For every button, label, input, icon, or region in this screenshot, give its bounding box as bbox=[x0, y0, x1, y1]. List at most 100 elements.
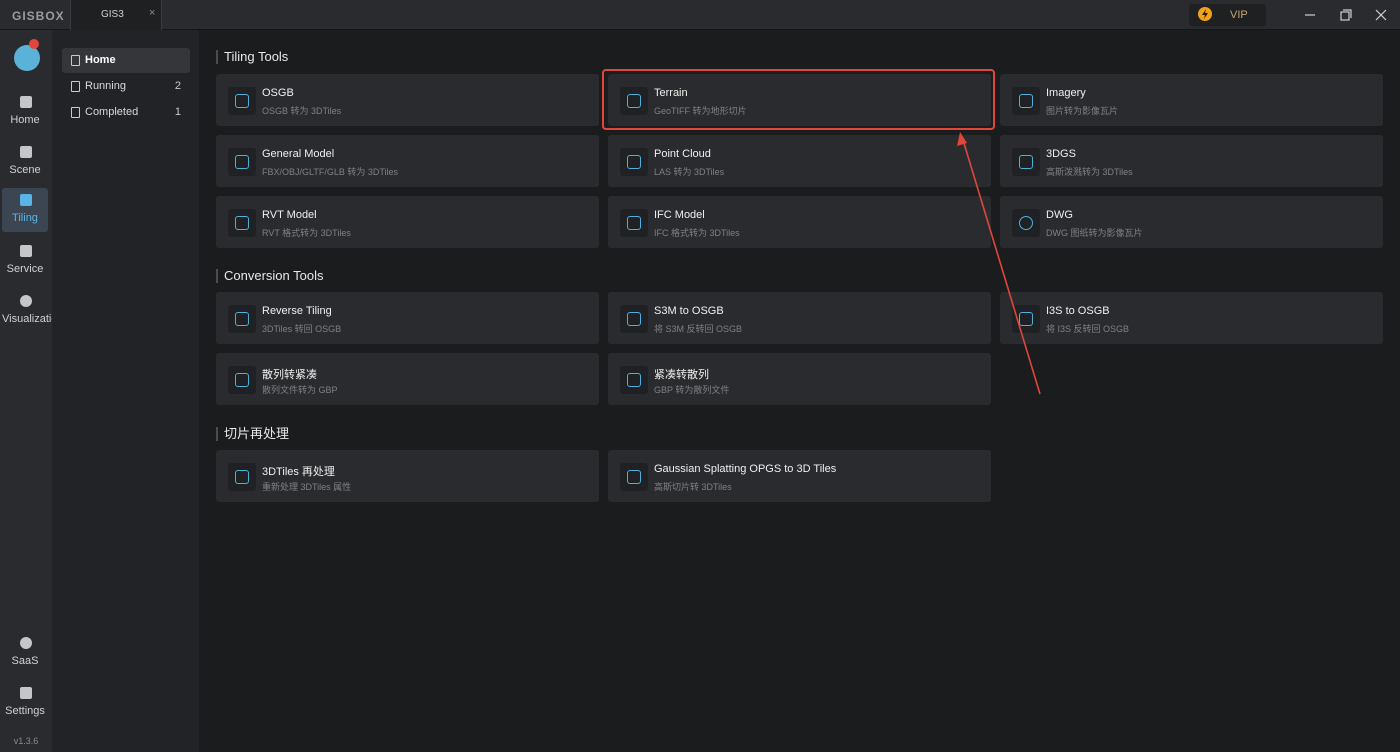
subnav-label: Completed bbox=[85, 106, 139, 118]
home-icon bbox=[20, 96, 32, 108]
section-title-conversion-tools: Conversion Tools bbox=[216, 269, 323, 283]
sidebar-item-label: Service bbox=[6, 263, 44, 275]
compact-icon bbox=[620, 366, 648, 394]
cube-glyph bbox=[627, 216, 641, 230]
tool-card-compact-to-hash[interactable]: 紧凑转散列 GBP 转为散列文件 bbox=[608, 353, 991, 405]
tool-card-gaussian-splatting[interactable]: Gaussian Splatting OPGS to 3D Tiles 高斯切片… bbox=[608, 450, 991, 502]
tool-card-point-cloud[interactable]: Point Cloud LAS 转为 3DTiles bbox=[608, 135, 991, 187]
tool-card-subtitle: DWG 图纸转为影像瓦片 bbox=[1046, 228, 1143, 238]
tool-card-subtitle: FBX/OBJ/GLTF/GLB 转为 3DTiles bbox=[262, 167, 399, 177]
tool-card-subtitle: GBP 转为散列文件 bbox=[654, 385, 730, 395]
document-icon bbox=[71, 81, 80, 92]
tool-card-s3m-to-osgb[interactable]: S3M to OSGB 将 S3M 反转回 OSGB bbox=[608, 292, 991, 344]
subnav-item-running[interactable]: Running 2 bbox=[62, 74, 190, 99]
gaussian-glyph bbox=[627, 470, 641, 484]
sidebar-item-visualization[interactable]: Visualization bbox=[2, 289, 64, 333]
version-label: v1.3.6 bbox=[13, 736, 39, 746]
drone-glyph bbox=[235, 94, 249, 108]
tool-card-title: 紧凑转散列 bbox=[654, 369, 709, 381]
tab-close-icon[interactable]: × bbox=[149, 7, 155, 19]
sidebar-item-label: Visualization bbox=[2, 313, 64, 325]
tool-card-general-model[interactable]: General Model FBX/OBJ/GLTF/GLB 转为 3DTile… bbox=[216, 135, 599, 187]
sidebar-item-home[interactable]: Home bbox=[2, 90, 48, 134]
sidebar-item-service[interactable]: Service bbox=[2, 239, 48, 283]
notification-badge bbox=[29, 39, 39, 49]
cube-icon bbox=[228, 463, 256, 491]
disc-glyph bbox=[1019, 216, 1033, 230]
gaussian-icon bbox=[1012, 148, 1040, 176]
drone-glyph bbox=[1019, 312, 1033, 326]
cube-glyph bbox=[235, 216, 249, 230]
title-bar: GISBOX GIS3 × VIP bbox=[0, 0, 1400, 30]
tool-card-rvt-model[interactable]: RVT Model RVT 格式转为 3DTiles bbox=[216, 196, 599, 248]
sidebar-item-scene[interactable]: Scene bbox=[2, 140, 48, 184]
restore-icon[interactable] bbox=[1338, 7, 1354, 23]
sidebar-item-saas[interactable]: SaaS bbox=[2, 631, 48, 675]
tool-card-title: Point Cloud bbox=[654, 148, 711, 160]
tool-card-subtitle: 高斯切片转 3DTiles bbox=[654, 482, 732, 492]
tool-card-title: 散列转紧凑 bbox=[262, 369, 317, 381]
cube-icon bbox=[228, 209, 256, 237]
visualization-icon bbox=[20, 295, 32, 307]
tool-card-title: 3DGS bbox=[1046, 148, 1076, 160]
section-title-tiling-tools: Tiling Tools bbox=[216, 50, 288, 64]
terrain-highlight-box bbox=[602, 69, 995, 130]
tool-card-title: Gaussian Splatting OPGS to 3D Tiles bbox=[654, 463, 837, 475]
minimize-icon[interactable] bbox=[1302, 7, 1318, 23]
drone-icon bbox=[620, 305, 648, 333]
close-icon[interactable] bbox=[1373, 7, 1389, 23]
subnav-label: Home bbox=[85, 54, 116, 66]
tool-card-title: 3DTiles 再处理 bbox=[262, 466, 335, 478]
subnav-item-completed[interactable]: Completed 1 bbox=[62, 100, 190, 125]
disc-icon bbox=[1012, 209, 1040, 237]
drone-icon bbox=[228, 87, 256, 115]
secondary-sidebar: Home Running 2 Completed 1 bbox=[52, 30, 200, 752]
tool-card-imagery[interactable]: Imagery 图片转为影像瓦片 bbox=[1000, 74, 1383, 126]
tool-card-title: I3S to OSGB bbox=[1046, 305, 1110, 317]
tool-card-title: IFC Model bbox=[654, 209, 705, 221]
tool-card-subtitle: OSGB 转为 3DTiles bbox=[262, 106, 342, 116]
cube-glyph bbox=[235, 155, 249, 169]
tool-card-subtitle: LAS 转为 3DTiles bbox=[654, 167, 725, 177]
tool-card-title: OSGB bbox=[262, 87, 294, 99]
sidebar-item-settings[interactable]: Settings bbox=[2, 681, 48, 725]
tool-card-subtitle: 重新处理 3DTiles 属性 bbox=[262, 482, 352, 492]
compact-glyph bbox=[627, 373, 641, 387]
tool-card-reverse-tiling[interactable]: Reverse Tiling 3DTiles 转回 OSGB bbox=[216, 292, 599, 344]
tool-card-subtitle: 散列文件转为 GBP bbox=[262, 385, 338, 395]
tool-card-hash-to-compact[interactable]: 散列转紧凑 散列文件转为 GBP bbox=[216, 353, 599, 405]
gaussian-glyph bbox=[1019, 155, 1033, 169]
tool-card-osgb[interactable]: OSGB OSGB 转为 3DTiles bbox=[216, 74, 599, 126]
tool-card-subtitle: 图片转为影像瓦片 bbox=[1046, 106, 1119, 116]
cube-icon bbox=[20, 146, 32, 158]
tool-card-title: DWG bbox=[1046, 209, 1073, 221]
tool-card-dwg[interactable]: DWG DWG 图纸转为影像瓦片 bbox=[1000, 196, 1383, 248]
sidebar-item-label: SaaS bbox=[11, 655, 39, 667]
sidebar-item-tiling[interactable]: Tiling bbox=[2, 188, 48, 232]
primary-sidebar: Home Scene Tiling Service Visualization … bbox=[0, 30, 64, 752]
subnav-item-home[interactable]: Home bbox=[62, 48, 190, 73]
tab-label: GIS3 bbox=[101, 9, 124, 20]
tool-card-subtitle: RVT 格式转为 3DTiles bbox=[262, 228, 351, 238]
tool-card-3dgs[interactable]: 3DGS 高斯泼溅转为 3DTiles bbox=[1000, 135, 1383, 187]
compact-icon bbox=[228, 366, 256, 394]
tool-card-title: RVT Model bbox=[262, 209, 317, 221]
lock-icon bbox=[20, 637, 32, 649]
avatar[interactable] bbox=[14, 45, 40, 71]
sidebar-item-label: Home bbox=[10, 114, 40, 126]
cube-icon bbox=[620, 209, 648, 237]
tool-card-title: Reverse Tiling bbox=[262, 305, 332, 317]
sidebar-item-label: Scene bbox=[9, 164, 41, 176]
tab-gis3[interactable]: GIS3 × bbox=[70, 0, 162, 30]
vip-button[interactable]: VIP bbox=[1189, 4, 1266, 26]
section-title-reprocessing: 切片再处理 bbox=[216, 427, 289, 441]
tool-card-3dtiles-reprocess[interactable]: 3DTiles 再处理 重新处理 3DTiles 属性 bbox=[216, 450, 599, 502]
sidebar-item-label: Settings bbox=[5, 705, 45, 717]
tool-card-i3s-to-osgb[interactable]: I3S to OSGB 将 I3S 反转回 OSGB bbox=[1000, 292, 1383, 344]
vip-label: VIP bbox=[1230, 9, 1248, 21]
home-icon bbox=[71, 55, 80, 66]
tool-card-ifc-model[interactable]: IFC Model IFC 格式转为 3DTiles bbox=[608, 196, 991, 248]
point-cloud-icon bbox=[620, 148, 648, 176]
satellite-glyph bbox=[1019, 94, 1033, 108]
tiling-icon bbox=[20, 194, 32, 206]
